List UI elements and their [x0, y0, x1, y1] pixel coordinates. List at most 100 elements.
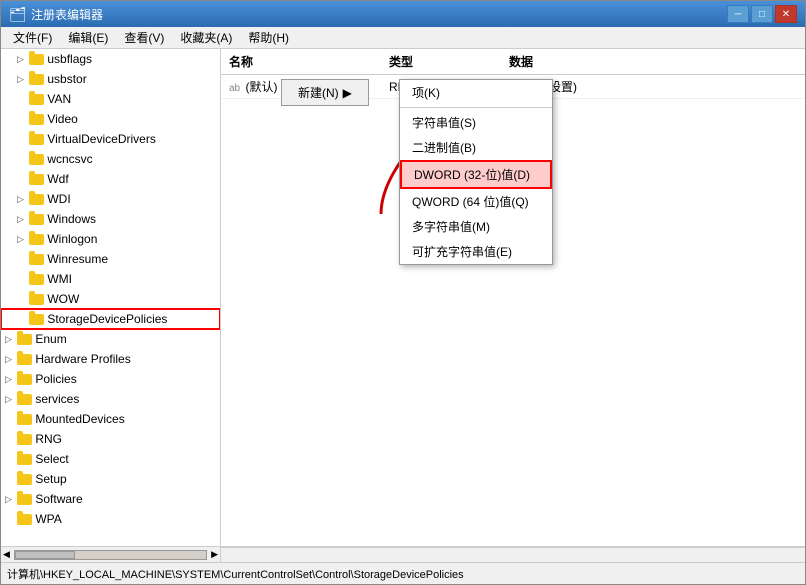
tree-label: Hardware Profiles — [35, 352, 130, 366]
col-name: 名称 — [221, 51, 381, 72]
menu-view[interactable]: 查看(V) — [116, 27, 172, 48]
tree-item-Winlogon[interactable]: ▷ Winlogon — [1, 229, 220, 249]
tree-item-HardwareProfiles[interactable]: ▷ Hardware Profiles — [1, 349, 220, 369]
expand-arrow — [5, 414, 17, 424]
folder-icon — [29, 74, 44, 85]
app-icon: 🗂 — [9, 6, 25, 22]
tree-label: WDI — [47, 192, 70, 206]
scroll-right-btn[interactable]: ▶ — [209, 549, 220, 560]
bottom-scrollbar[interactable]: ◀ ▶ — [1, 546, 805, 562]
folder-icon — [17, 414, 32, 425]
folder-icon — [29, 234, 44, 245]
tree-item-usbstor[interactable]: ▷ usbstor — [1, 69, 220, 89]
tree-item-Windows[interactable]: ▷ Windows — [1, 209, 220, 229]
ctx-item-qword[interactable]: QWORD (64 位)值(Q) — [400, 189, 552, 214]
tree-label: Enum — [35, 332, 66, 346]
menu-help[interactable]: 帮助(H) — [240, 27, 297, 48]
right-panel: 名称 类型 数据 ab (默认) REG_SZ (数值未设置) 新建(N) ▶ — [221, 49, 805, 546]
tree-item-Winresume[interactable]: Winresume — [1, 249, 220, 269]
tree-label: StorageDevicePolicies — [47, 312, 167, 326]
tree-item-Setup[interactable]: Setup — [1, 469, 220, 489]
folder-icon — [17, 454, 32, 465]
tree-label: VirtualDeviceDrivers — [47, 132, 155, 146]
tree-label: VAN — [47, 92, 71, 106]
tree-item-Video[interactable]: Video — [1, 109, 220, 129]
tree-item-MountedDevices[interactable]: MountedDevices — [1, 409, 220, 429]
window-title: 注册表编辑器 — [31, 6, 103, 23]
tree-item-WPA[interactable]: WPA — [1, 509, 220, 529]
scroll-track[interactable] — [14, 550, 207, 560]
expand-arrow — [17, 174, 29, 184]
folder-icon — [29, 294, 44, 305]
folder-icon — [17, 334, 32, 345]
tree-label: wcncsvc — [47, 152, 92, 166]
arrow-indicator — [301, 99, 461, 219]
tree-label: usbstor — [47, 72, 86, 86]
sidebar[interactable]: ▷ usbflags ▷ usbstor VAN Video — [1, 49, 221, 546]
ctx-item-dword[interactable]: DWORD (32-位)值(D) — [400, 160, 552, 189]
tree-item-RNG[interactable]: RNG — [1, 429, 220, 449]
tree-item-StorageDevicePolicies[interactable]: StorageDevicePolicies — [1, 309, 220, 329]
tree-item-WDI[interactable]: ▷ WDI — [1, 189, 220, 209]
tree-label: Setup — [35, 472, 66, 486]
sidebar-horizontal-scroll[interactable]: ◀ ▶ — [1, 547, 221, 562]
tree-item-usbflags[interactable]: ▷ usbflags — [1, 49, 220, 69]
tree-label: usbflags — [47, 52, 92, 66]
col-type: 类型 — [381, 51, 501, 72]
tree-item-Software[interactable]: ▷ Software — [1, 489, 220, 509]
tree-label: Windows — [47, 212, 96, 226]
tree-item-Wdf[interactable]: Wdf — [1, 169, 220, 189]
folder-icon — [29, 274, 44, 285]
ctx-item-expandstring[interactable]: 可扩充字符串值(E) — [400, 239, 552, 264]
table-row[interactable]: ab (默认) REG_SZ (数值未设置) — [221, 75, 805, 99]
tree-item-wcncsvc[interactable]: wcncsvc — [1, 149, 220, 169]
expand-arrow — [17, 274, 29, 284]
expand-arrow: ▷ — [17, 214, 29, 225]
expand-arrow: ▷ — [5, 394, 17, 405]
expand-arrow: ▷ — [5, 494, 17, 505]
minimize-button[interactable]: ─ — [727, 5, 749, 23]
ab-icon: ab — [229, 83, 240, 94]
tree-item-WMI[interactable]: WMI — [1, 269, 220, 289]
tree-label: WPA — [35, 512, 61, 526]
ctx-item-binary[interactable]: 二进制值(B) — [400, 135, 552, 160]
expand-arrow — [5, 454, 17, 464]
folder-icon — [29, 94, 44, 105]
tree-label: WOW — [47, 292, 79, 306]
menu-bar: 文件(F) 编辑(E) 查看(V) 收藏夹(A) 帮助(H) — [1, 27, 805, 49]
folder-icon — [29, 194, 44, 205]
main-window: 🗂 注册表编辑器 ─ □ ✕ 文件(F) 编辑(E) 查看(V) 收藏夹(A) … — [0, 0, 806, 585]
tree-item-WOW[interactable]: WOW — [1, 289, 220, 309]
expand-arrow: ▷ — [5, 374, 17, 385]
expand-arrow — [17, 154, 29, 164]
folder-icon — [17, 474, 32, 485]
scroll-left-btn[interactable]: ◀ — [1, 549, 12, 560]
tree-item-Enum[interactable]: ▷ Enum — [1, 329, 220, 349]
expand-arrow — [17, 114, 29, 124]
menu-favorites[interactable]: 收藏夹(A) — [172, 27, 240, 48]
menu-file[interactable]: 文件(F) — [5, 27, 60, 48]
title-bar-left: 🗂 注册表编辑器 — [9, 6, 103, 23]
tree-label: MountedDevices — [35, 412, 124, 426]
tree-item-VAN[interactable]: VAN — [1, 89, 220, 109]
menu-edit[interactable]: 编辑(E) — [60, 27, 116, 48]
scroll-thumb[interactable] — [15, 551, 75, 559]
tree-item-services[interactable]: ▷ services — [1, 389, 220, 409]
expand-arrow: ▷ — [5, 354, 17, 365]
folder-icon — [17, 394, 32, 405]
folder-icon — [17, 354, 32, 365]
tree-item-Select[interactable]: Select — [1, 449, 220, 469]
close-button[interactable]: ✕ — [775, 5, 797, 23]
folder-icon — [29, 214, 44, 225]
main-content: ▷ usbflags ▷ usbstor VAN Video — [1, 49, 805, 546]
tree-label: Select — [35, 452, 68, 466]
ctx-item-string[interactable]: 字符串值(S) — [400, 110, 552, 135]
expand-arrow — [17, 294, 29, 304]
tree-item-VirtualDeviceDrivers[interactable]: VirtualDeviceDrivers — [1, 129, 220, 149]
column-headers: 名称 类型 数据 — [221, 49, 805, 75]
ctx-item-multistring[interactable]: 多字符串值(M) — [400, 214, 552, 239]
maximize-button[interactable]: □ — [751, 5, 773, 23]
tree-item-Policies[interactable]: ▷ Policies — [1, 369, 220, 389]
cell-name-value: (默认) — [245, 80, 277, 94]
folder-icon — [17, 494, 32, 505]
